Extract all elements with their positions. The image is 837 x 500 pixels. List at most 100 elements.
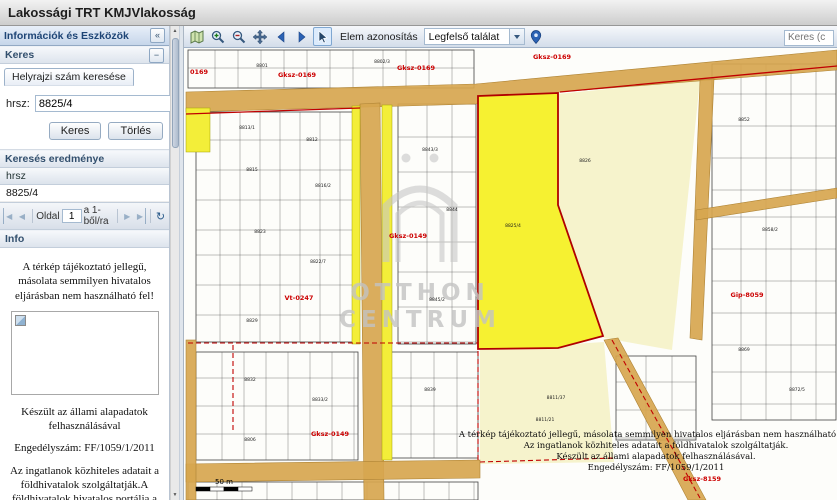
map-panel: Elem azonosítás Legfelső találat	[184, 26, 837, 500]
sidebar-panel-header: Információk és Eszközök «	[0, 26, 169, 46]
parcel-number-label: 8872/5	[789, 387, 805, 393]
app-title: Lakossági TRT KMJVlakosság	[8, 5, 196, 20]
identify-button[interactable]	[313, 27, 332, 46]
identify-mode-value: Legfelső találat	[425, 29, 509, 44]
parcel-number-label: 8801	[256, 63, 268, 69]
zoom-in-icon	[210, 29, 226, 45]
identify-label: Elem azonosítás	[340, 31, 418, 43]
pan-button[interactable]	[250, 27, 269, 46]
parcel-number-label: 8812	[306, 137, 318, 143]
hrsz-input[interactable]	[35, 95, 185, 112]
info-land-office-text: Az ingatlanok közhiteles adatait a földh…	[8, 464, 161, 500]
identify-mode-select[interactable]: Legfelső találat	[424, 28, 525, 45]
search-section-header[interactable]: Keres −	[0, 46, 169, 64]
zone-code-label: Gksz-0169	[397, 64, 436, 72]
search-buttons-row: Keres Törlés	[0, 116, 169, 150]
info-section-title: Info	[5, 233, 24, 245]
page-suffix: a 1-ből/ra	[84, 205, 113, 227]
parcel-number-label: 8833/2	[312, 397, 328, 403]
zone-yellow-left	[186, 108, 210, 152]
parcel-number-label: 8826	[579, 158, 591, 164]
zone-code-label: Gksz-0169	[278, 71, 317, 79]
previous-extent-button[interactable]	[271, 27, 290, 46]
identify-icon	[315, 29, 331, 45]
page-prev-button[interactable]: ◀	[16, 208, 27, 224]
main-content: Információk és Eszközök « Keres − Helyra…	[0, 26, 837, 500]
watermark-text: CENTRUM	[339, 307, 501, 333]
page-next-button[interactable]: ▶	[122, 208, 133, 224]
page-first-button[interactable]: ◀	[3, 208, 14, 224]
map-disclaimer-line: Az ingatlanok közhiteles adatait a földh…	[523, 440, 789, 451]
zone-code-label: Gip-8059	[730, 291, 763, 299]
results-section-title: Keresés eredménye	[5, 153, 104, 165]
paging-separator	[150, 209, 151, 223]
full-extent-icon	[189, 29, 205, 45]
results-column-header[interactable]: hrsz	[0, 168, 169, 185]
cadastral-map[interactable]: OTTHON CENTRUM 50 m 88018802/38813/18812…	[184, 48, 837, 500]
page-last-button[interactable]: ▶	[135, 208, 146, 224]
parcel-number-label: 8815	[246, 167, 258, 173]
road-left-edge	[186, 340, 196, 500]
page-label: Oldal	[36, 211, 59, 222]
map-disclaimer-line: Engedélyszám: FF/1059/1/2011	[588, 462, 725, 473]
zone-code-label: 0169	[190, 68, 209, 76]
full-extent-button[interactable]	[187, 27, 206, 46]
combo-trigger-button[interactable]	[509, 29, 524, 44]
parcel-number-label: 8844	[446, 207, 458, 213]
sidebar: Információk és Eszközök « Keres − Helyra…	[0, 26, 170, 500]
parcel-number-label: 8832	[244, 377, 256, 383]
zoom-in-button[interactable]	[208, 27, 227, 46]
page-number-input[interactable]	[62, 209, 82, 223]
parcel-number-label: 8829	[246, 318, 258, 324]
info-section-header[interactable]: Info	[0, 230, 169, 248]
land-office-text: Az ingatlanok közhiteles adatait a földh…	[10, 465, 159, 500]
zone-code-label: Gksz-8159	[683, 475, 722, 483]
parcel-number-label: 8811/37	[547, 395, 566, 401]
chevron-down-icon	[514, 35, 520, 42]
scroll-up-icon[interactable]: ▲	[173, 26, 178, 36]
scrollbar-thumb[interactable]	[172, 38, 179, 148]
info-disclaimer: A térkép tájékoztató jellegű, másolata s…	[8, 260, 161, 303]
paging-toolbar: ◀ ◀ Oldal a 1-ből/ra ▶ ▶ ↻	[0, 202, 169, 230]
paging-separator	[117, 209, 118, 223]
map-canvas[interactable]: OTTHON CENTRUM 50 m 88018802/38813/18812…	[184, 48, 837, 500]
clear-button[interactable]: Törlés	[108, 122, 163, 140]
sidebar-scrollbar[interactable]: ▲ ▼	[170, 26, 179, 500]
parcel-number-label: 8845/2	[429, 297, 445, 303]
parcel-number-label: 8825/4	[505, 223, 521, 229]
results-row[interactable]: 8825/4	[0, 185, 169, 202]
zone-code-label: Gksz-0149	[311, 430, 350, 438]
parcel-number-label: 8813/1	[239, 125, 255, 131]
parcel-number-label: 8816/2	[315, 183, 331, 189]
scroll-down-icon[interactable]: ▼	[173, 490, 178, 500]
search-button[interactable]: Keres	[49, 122, 102, 140]
parcel-number-label: 8852	[738, 117, 750, 123]
info-image-placeholder	[11, 311, 159, 395]
refresh-icon[interactable]: ↻	[155, 208, 166, 224]
info-body: A térkép tájékoztató jellegű, másolata s…	[0, 248, 169, 500]
parcel-number-label: 8811/21	[536, 417, 555, 423]
info-made-text: Készült az állami alapadatok felhasználá…	[8, 405, 161, 434]
next-extent-button[interactable]	[292, 27, 311, 46]
zoom-out-button[interactable]	[229, 27, 248, 46]
parcel-number-label: 8843/3	[422, 147, 438, 153]
scrollbar-track[interactable]	[171, 36, 179, 490]
marker-button[interactable]	[527, 27, 546, 46]
zone-code-label: Gksz-0169	[533, 53, 572, 61]
watermark-logo-dot	[402, 154, 411, 163]
app-header: Lakossági TRT KMJVlakosság	[0, 0, 837, 26]
watermark-text: OTTHON	[350, 280, 490, 306]
sidebar-panel-title: Információk és Eszközök	[4, 30, 129, 42]
map-search-input[interactable]	[784, 30, 834, 46]
previous-extent-icon	[273, 29, 289, 45]
parcel-number-label: 8839	[424, 387, 436, 393]
results-section-header[interactable]: Keresés eredménye	[0, 150, 169, 168]
zone-code-label: Gksz-0149	[389, 232, 428, 240]
info-license-text: Engedélyszám: FF/1059/1/2011	[8, 441, 161, 455]
pan-icon	[252, 29, 268, 45]
hrsz-form-row: hrsz:	[0, 86, 169, 116]
collapse-section-icon[interactable]: −	[149, 48, 164, 63]
collapse-panel-icon[interactable]: «	[150, 28, 165, 43]
watermark-logo-dot	[430, 154, 439, 163]
tab-hrsz-search[interactable]: Helyrajzi szám keresése	[4, 68, 134, 86]
